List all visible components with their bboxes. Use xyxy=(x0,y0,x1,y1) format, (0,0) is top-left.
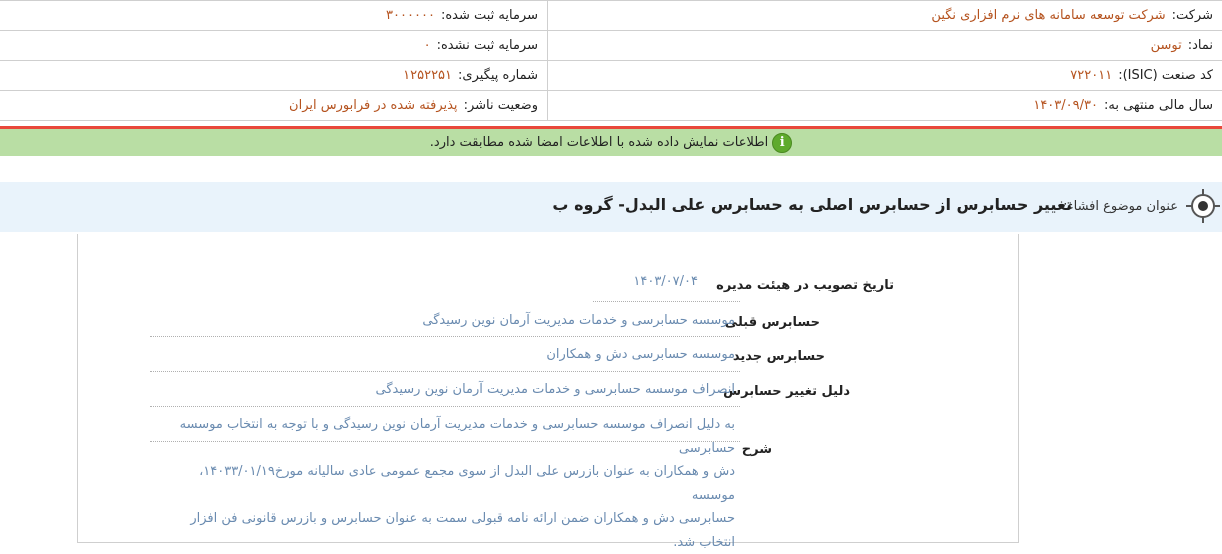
company-label: شرکت: xyxy=(1171,8,1213,23)
verification-notice: i اطلاعات نمایش داده شده با اطلاعات امضا… xyxy=(0,129,1222,156)
board-approval-date-value: ۱۴۰۳/۰۷/۰۴ xyxy=(633,274,698,289)
company-info-table: شرکت: شرکت توسعه سامانه های نرم افزاری ن… xyxy=(0,0,1222,121)
separator xyxy=(593,301,740,302)
subject-label: عنوان موضوع افشاء: xyxy=(1063,199,1178,214)
registered-capital-cell: سرمایه ثبت شده: ۳۰۰۰۰۰۰ xyxy=(0,1,548,30)
info-row-4: سال مالی منتهی به: ۱۴۰۳/۰۹/۳۰ وضعیت ناشر… xyxy=(0,91,1222,121)
tracking-label: شماره پیگیری: xyxy=(458,68,538,83)
company-value: شرکت توسعه سامانه های نرم افزاری نگین xyxy=(931,8,1166,23)
separator xyxy=(150,336,740,337)
board-approval-date-label: تاریخ تصویب در هیئت مدیره xyxy=(716,278,894,293)
isic-cell: کد صنعت (ISIC): ۷۲۲۰۱۱ xyxy=(548,61,1222,90)
publisher-status-label: وضعیت ناشر: xyxy=(463,98,538,113)
description-line: حسابرسی دش و همکاران ضمن ارائه نامه قبول… xyxy=(190,511,735,550)
tracking-cell: شماره پیگیری: ۱۲۵۲۲۵۱ xyxy=(0,61,548,90)
info-row-2: نماد: توسن سرمایه ثبت نشده: ۰ xyxy=(0,31,1222,61)
registered-capital-value: ۳۰۰۰۰۰۰ xyxy=(386,8,435,23)
unregistered-capital-cell: سرمایه ثبت نشده: ۰ xyxy=(0,31,548,60)
previous-auditor-value: موسسه حسابرسی و خدمات مدیریت آرمان نوین … xyxy=(422,313,735,328)
info-row-1: شرکت: شرکت توسعه سامانه های نرم افزاری ن… xyxy=(0,1,1222,31)
tracking-value: ۱۲۵۲۲۵۱ xyxy=(403,68,453,83)
new-auditor-value: موسسه حسابرسی دش و همکاران xyxy=(546,347,735,362)
company-cell: شرکت: شرکت توسعه سامانه های نرم افزاری ن… xyxy=(548,1,1222,30)
separator xyxy=(150,406,740,407)
fiscal-year-label: سال مالی منتهی به: xyxy=(1103,98,1213,113)
target-icon xyxy=(1186,189,1220,223)
change-reason-value: انصراف موسسه حسابرسی و خدمات مدیریت آرما… xyxy=(375,382,736,397)
description-label: شرح xyxy=(741,442,772,457)
description-line: به دلیل انصراف موسسه حسابرسی و خدمات مدی… xyxy=(179,417,735,456)
isic-value: ۷۲۲۰۱۱ xyxy=(1070,68,1113,83)
separator xyxy=(150,371,740,372)
publisher-status-value: پذیرفته شده در فرابورس ایران xyxy=(289,98,458,113)
registered-capital-label: سرمایه ثبت شده: xyxy=(440,8,538,23)
info-row-3: کد صنعت (ISIC): ۷۲۲۰۱۱ شماره پیگیری: ۱۲۵… xyxy=(0,61,1222,91)
notice-text: اطلاعات نمایش داده شده با اطلاعات امضا ش… xyxy=(429,135,769,150)
subject-title: تغییر حسابرس از حسابرس اصلی به حسابرس عل… xyxy=(552,195,1072,214)
change-reason-label: دلیل تغییر حسابرس xyxy=(723,384,850,399)
previous-auditor-label: حسابرس قبلی xyxy=(724,315,820,330)
symbol-value: توسن xyxy=(1150,38,1182,53)
details-panel: تاریخ تصویب در هیئت مدیره ۱۴۰۳/۰۷/۰۴ حسا… xyxy=(77,234,1019,550)
description-line: دش و همکاران به عنوان بازرس علی البدل از… xyxy=(199,464,735,503)
unregistered-capital-value: ۰ xyxy=(423,38,431,53)
info-icon: i xyxy=(772,132,793,153)
description-text: به دلیل انصراف موسسه حسابرسی و خدمات مدی… xyxy=(155,413,735,554)
publisher-status-cell: وضعیت ناشر: پذیرفته شده در فرابورس ایران xyxy=(0,91,548,120)
unregistered-capital-label: سرمایه ثبت نشده: xyxy=(436,38,538,53)
fiscal-year-value: ۱۴۰۳/۰۹/۳۰ xyxy=(1033,98,1098,113)
subject-bar: عنوان موضوع افشاء: تغییر حسابرس از حسابر… xyxy=(0,182,1222,232)
symbol-label: نماد: xyxy=(1187,38,1213,53)
new-auditor-label: حسابرس جدید xyxy=(732,349,825,364)
isic-label: کد صنعت (ISIC): xyxy=(1118,68,1213,83)
symbol-cell: نماد: توسن xyxy=(548,31,1222,60)
fiscal-year-cell: سال مالی منتهی به: ۱۴۰۳/۰۹/۳۰ xyxy=(548,91,1222,120)
